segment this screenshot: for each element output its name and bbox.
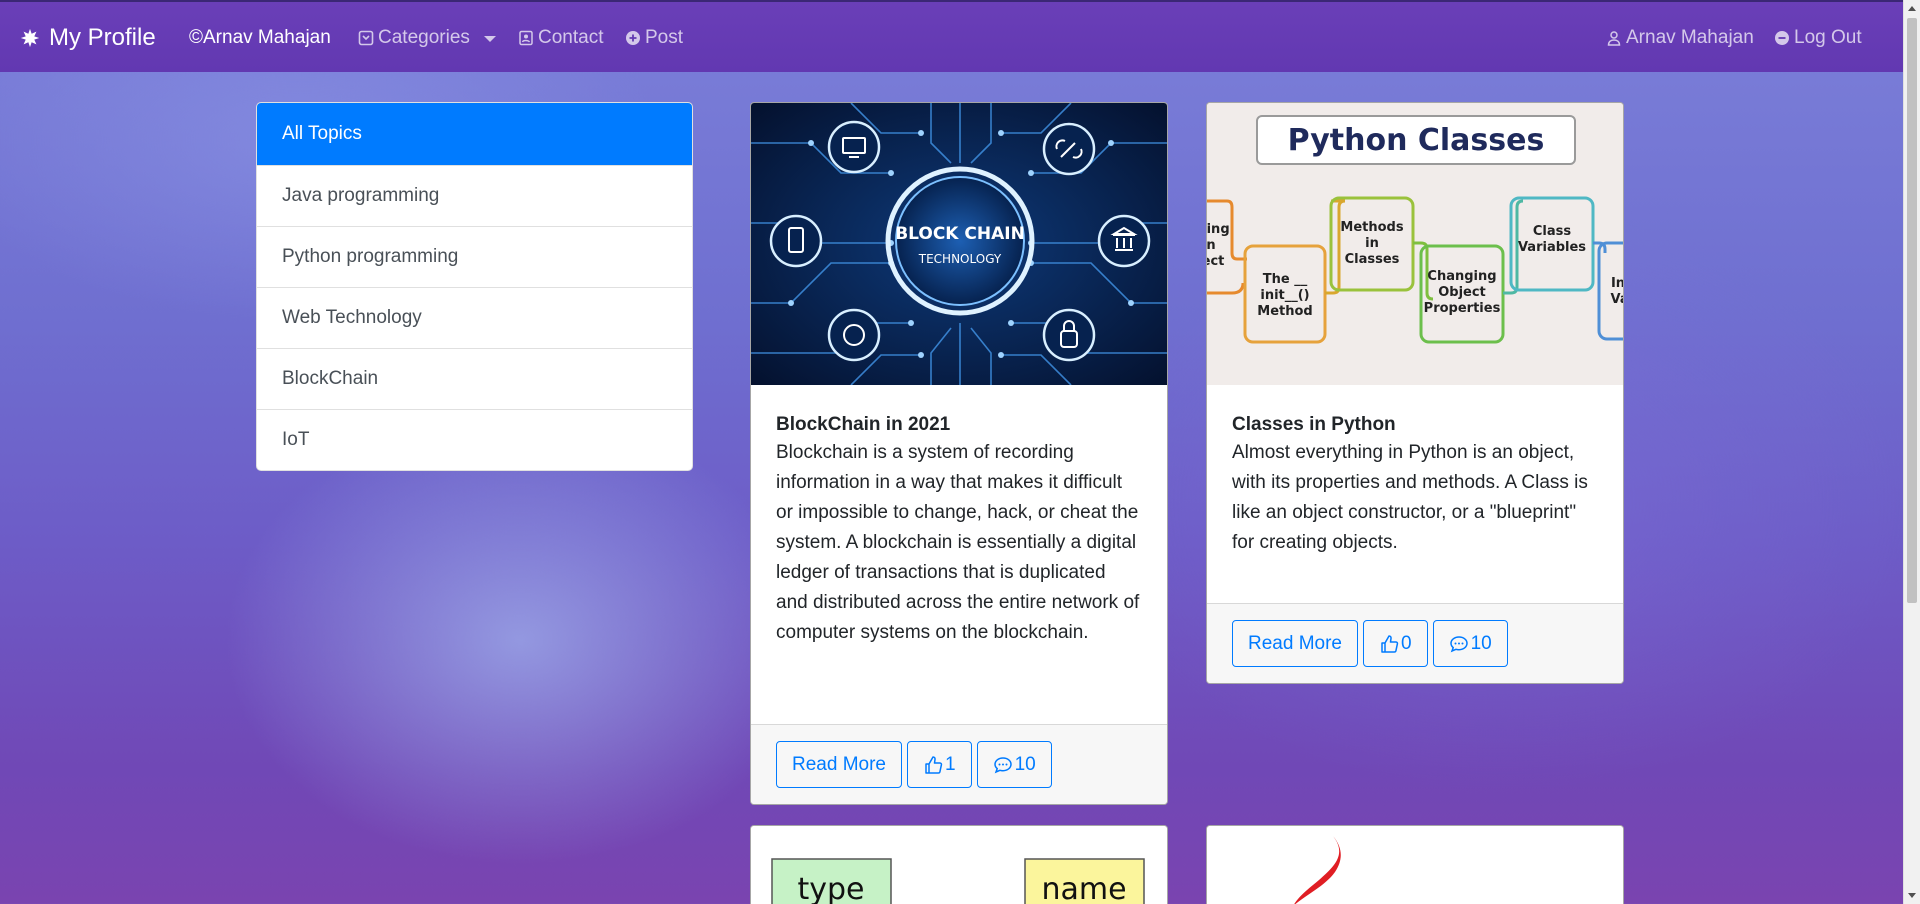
asterisk-icon bbox=[20, 28, 40, 48]
post-card: type name bbox=[750, 825, 1168, 904]
comment-count: 10 bbox=[1470, 632, 1492, 654]
image-text: type bbox=[797, 872, 864, 904]
nav-user-link[interactable]: ©Arnav Mahajan bbox=[189, 27, 331, 49]
nav-user-label: ©Arnav Mahajan bbox=[189, 27, 331, 48]
post-title: Classes in Python bbox=[1232, 414, 1396, 435]
python-classes-illustration: Python Classes ting n ect The __ init__( bbox=[1207, 103, 1623, 385]
comment-button[interactable]: 10 bbox=[1432, 620, 1508, 667]
image-box-text: init__() bbox=[1260, 288, 1309, 303]
page-scrollbar[interactable] bbox=[1903, 0, 1920, 904]
tag-icon bbox=[358, 30, 374, 46]
image-box-text: Class bbox=[1533, 224, 1572, 239]
read-more-label: Read More bbox=[1248, 632, 1342, 654]
topic-label: Java programming bbox=[282, 185, 440, 206]
topic-item-blockchain[interactable]: BlockChain bbox=[257, 348, 692, 409]
scroll-up-icon[interactable] bbox=[1908, 6, 1916, 11]
image-box-text: The __ bbox=[1263, 272, 1308, 287]
nav-logout-link[interactable]: Log Out bbox=[1774, 27, 1862, 49]
chevron-down-icon bbox=[483, 36, 496, 42]
navbar: My Profile ©Arnav Mahajan Categories Con… bbox=[0, 0, 1903, 72]
thumbs-up-icon bbox=[1381, 634, 1399, 653]
topic-label: All Topics bbox=[282, 123, 362, 144]
image-box-text: Object bbox=[1438, 285, 1486, 300]
plus-circle-icon bbox=[626, 31, 640, 45]
topic-label: BlockChain bbox=[282, 368, 379, 389]
like-button[interactable]: 0 bbox=[1363, 620, 1428, 667]
post-card: Python Classes ting n ect The __ init__( bbox=[1206, 102, 1624, 684]
topic-label: Python programming bbox=[282, 246, 459, 267]
topic-item-web[interactable]: Web Technology bbox=[257, 287, 692, 348]
nav-contact-label: Contact bbox=[538, 27, 604, 48]
nav-post-link[interactable]: Post bbox=[625, 27, 683, 49]
image-box-text: Changing bbox=[1427, 269, 1496, 284]
user-icon bbox=[1607, 31, 1621, 46]
image-heading: Python Classes bbox=[1288, 123, 1545, 158]
image-box-text: n bbox=[1207, 238, 1216, 253]
image-box-text: ect bbox=[1207, 254, 1224, 269]
image-box-text: Vari bbox=[1611, 292, 1624, 307]
contact-card-icon bbox=[519, 30, 533, 46]
post-image: Python Classes ting n ect The __ init__( bbox=[1207, 103, 1623, 385]
brand-label: My Profile bbox=[49, 24, 156, 51]
topic-label: Web Technology bbox=[282, 307, 422, 328]
image-box-text: Method bbox=[1257, 304, 1312, 319]
image-text-line-2: TECHNOLOGY bbox=[918, 252, 1002, 266]
thumbs-up-icon bbox=[925, 755, 943, 774]
post-card: BLOCK CHAIN TECHNOLOGY BlockChain in 202… bbox=[750, 102, 1168, 805]
topic-item-python[interactable]: Python programming bbox=[257, 226, 692, 287]
post-footer: Read More 0 10 bbox=[1207, 603, 1623, 683]
post-content: Blockchain is a system of recording info… bbox=[776, 442, 1140, 643]
comment-icon bbox=[1449, 635, 1468, 652]
read-more-button[interactable]: Read More bbox=[1232, 620, 1358, 667]
like-button[interactable]: 1 bbox=[907, 741, 972, 788]
scroll-down-icon[interactable] bbox=[1908, 893, 1916, 898]
image-box-text: Variables bbox=[1518, 240, 1586, 255]
nav-categories-dropdown[interactable]: Categories bbox=[358, 27, 496, 49]
post-footer: Read More 1 10 bbox=[751, 724, 1167, 804]
image-box-text: ting bbox=[1207, 222, 1230, 237]
image-box-text: Properties bbox=[1424, 301, 1501, 316]
brand-link[interactable]: My Profile bbox=[19, 24, 156, 52]
like-count: 1 bbox=[945, 753, 956, 775]
scrollbar-thumb[interactable] bbox=[1907, 18, 1917, 603]
like-count: 0 bbox=[1401, 632, 1412, 654]
image-box-text: Methods bbox=[1340, 220, 1403, 235]
comment-icon bbox=[993, 756, 1012, 773]
topic-item-java[interactable]: Java programming bbox=[257, 165, 692, 226]
image-text-line-1: BLOCK CHAIN bbox=[895, 224, 1025, 244]
post-body: BlockChain in 2021 Blockchain is a syste… bbox=[751, 385, 1167, 648]
nav-logout-label: Log Out bbox=[1794, 27, 1862, 48]
image-box-text: in bbox=[1365, 236, 1379, 251]
nav-post-label: Post bbox=[645, 27, 684, 48]
comment-count: 10 bbox=[1014, 753, 1036, 775]
post-body: Classes in Python Almost everything in P… bbox=[1207, 385, 1623, 558]
nav-contact-link[interactable]: Contact bbox=[518, 27, 603, 49]
image-box-text: Inst bbox=[1611, 276, 1623, 291]
java-logo-image bbox=[1207, 826, 1623, 904]
read-more-label: Read More bbox=[792, 753, 886, 775]
topic-list: All Topics Java programming Python progr… bbox=[256, 102, 693, 471]
topic-item-iot[interactable]: IoT bbox=[257, 409, 692, 470]
post-image: BLOCK CHAIN TECHNOLOGY bbox=[751, 103, 1167, 385]
dash-circle-icon bbox=[1775, 31, 1789, 45]
post-title: BlockChain in 2021 bbox=[776, 414, 951, 435]
nav-categories-label: Categories bbox=[378, 27, 470, 48]
image-box-text: Classes bbox=[1345, 252, 1400, 267]
topic-label: IoT bbox=[282, 429, 310, 450]
nav-profile-link[interactable]: Arnav Mahajan bbox=[1606, 27, 1754, 49]
post-content: Almost everything in Python is an object… bbox=[1232, 442, 1588, 553]
post-card bbox=[1206, 825, 1624, 904]
blockchain-illustration: BLOCK CHAIN TECHNOLOGY bbox=[751, 103, 1167, 385]
image-text: name bbox=[1041, 872, 1126, 904]
comment-button[interactable]: 10 bbox=[976, 741, 1052, 788]
topic-item-all[interactable]: All Topics bbox=[257, 103, 692, 165]
post-image: type name bbox=[751, 826, 1167, 904]
nav-profile-label: Arnav Mahajan bbox=[1626, 27, 1754, 48]
read-more-button[interactable]: Read More bbox=[776, 741, 902, 788]
